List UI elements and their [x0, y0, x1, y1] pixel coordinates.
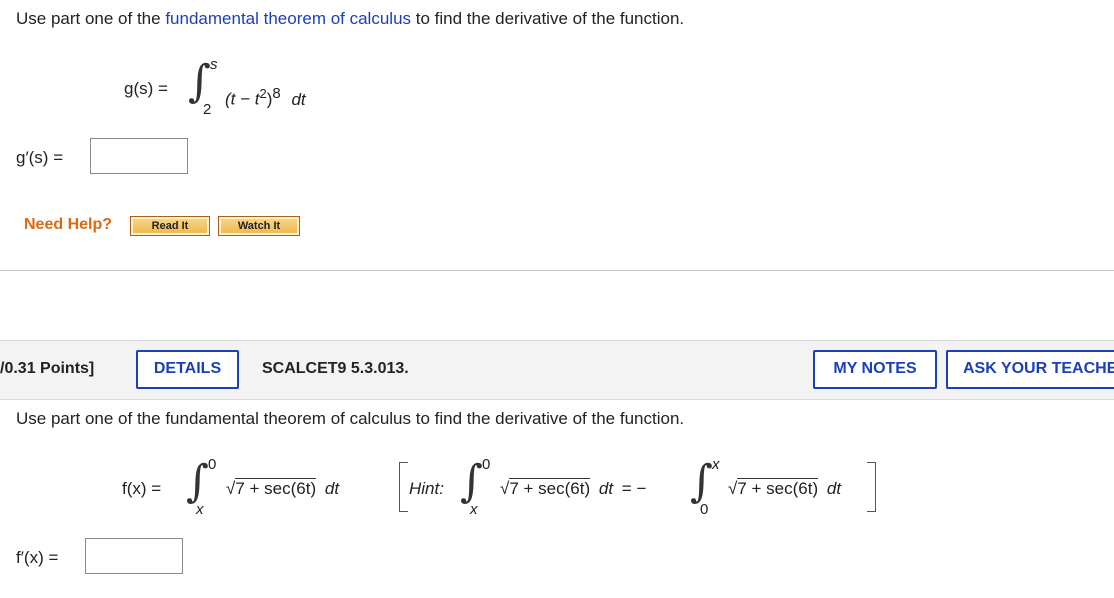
my-notes-button[interactable]: MY NOTES	[813, 350, 937, 389]
differential: dt	[324, 479, 340, 498]
sqrt-icon: √	[226, 479, 236, 498]
differential: dt	[291, 89, 306, 109]
f-prime-answer-input[interactable]	[85, 538, 183, 574]
hint-lower-limit: x	[470, 501, 478, 518]
integral-sign-icon: ∫	[690, 456, 713, 507]
hint-upper-limit: 0	[482, 456, 491, 473]
hint-right-bracket	[867, 462, 876, 512]
details-button[interactable]: DETAILS	[136, 350, 239, 389]
lower-limit: x	[196, 501, 204, 518]
question-1-prompt: Use part one of the fundamental theorem …	[16, 9, 684, 29]
integral-sign-icon: ∫	[188, 56, 211, 107]
inner-exponent: 2	[259, 86, 267, 101]
prompt-text-end: to find the derivative of the function.	[411, 9, 685, 28]
integral-sign-icon: ∫	[460, 456, 483, 507]
f-function-lhs: f(x) =	[122, 479, 162, 498]
g-prime-answer-input[interactable]	[90, 138, 188, 174]
need-help-label: Need Help?	[24, 216, 113, 233]
lower-limit: 2	[203, 101, 212, 118]
equals-minus: = −	[621, 479, 647, 498]
radicand: 7 + sec(6t)	[235, 478, 317, 498]
f-prime-label: f′(x) =	[16, 548, 59, 567]
section-divider	[0, 270, 1114, 271]
hint2-radicand: 7 + sec(6t)	[737, 478, 819, 498]
fundamental-theorem-link[interactable]: fundamental theorem of calculus	[165, 9, 411, 28]
watch-it-button[interactable]: Watch It	[218, 216, 300, 236]
hint2-integrand: √7 + sec(6t) dt	[728, 478, 842, 499]
integral-sign-icon: ∫	[186, 456, 209, 507]
hint-label: Hint:	[409, 479, 444, 498]
sqrt-icon: √	[728, 479, 738, 498]
hint2-lower-limit: 0	[700, 501, 709, 518]
f-integrand: √7 + sec(6t) dt	[226, 478, 340, 499]
prompt-text: Use part one of the	[16, 9, 166, 28]
upper-limit: 0	[208, 456, 217, 473]
g-integrand: (t − t2)8 dt	[225, 85, 306, 110]
sqrt-icon: √	[500, 479, 510, 498]
g-function-lhs: g(s) =	[124, 79, 168, 98]
hint2-differential: dt	[826, 479, 842, 498]
upper-limit: s	[210, 56, 218, 73]
ask-your-teacher-button[interactable]: ASK YOUR TEACHER	[946, 350, 1114, 389]
outer-exponent: 8	[272, 85, 281, 102]
g-prime-label: g′(s) =	[16, 148, 64, 167]
integrand-base: (t − t	[225, 89, 260, 109]
hint-differential: dt	[598, 479, 614, 498]
hint2-upper-limit: x	[712, 456, 720, 473]
problem-code: SCALCET9 5.3.013.	[262, 360, 409, 377]
read-it-button[interactable]: Read It	[130, 216, 210, 236]
question-2-prompt: Use part one of the fundamental theorem …	[16, 409, 685, 428]
hint-left-bracket	[399, 462, 408, 512]
points-label: /0.31 Points]	[0, 360, 95, 377]
hint-integrand: √7 + sec(6t) dt = −	[500, 478, 647, 499]
hint-radicand: 7 + sec(6t)	[509, 478, 591, 498]
